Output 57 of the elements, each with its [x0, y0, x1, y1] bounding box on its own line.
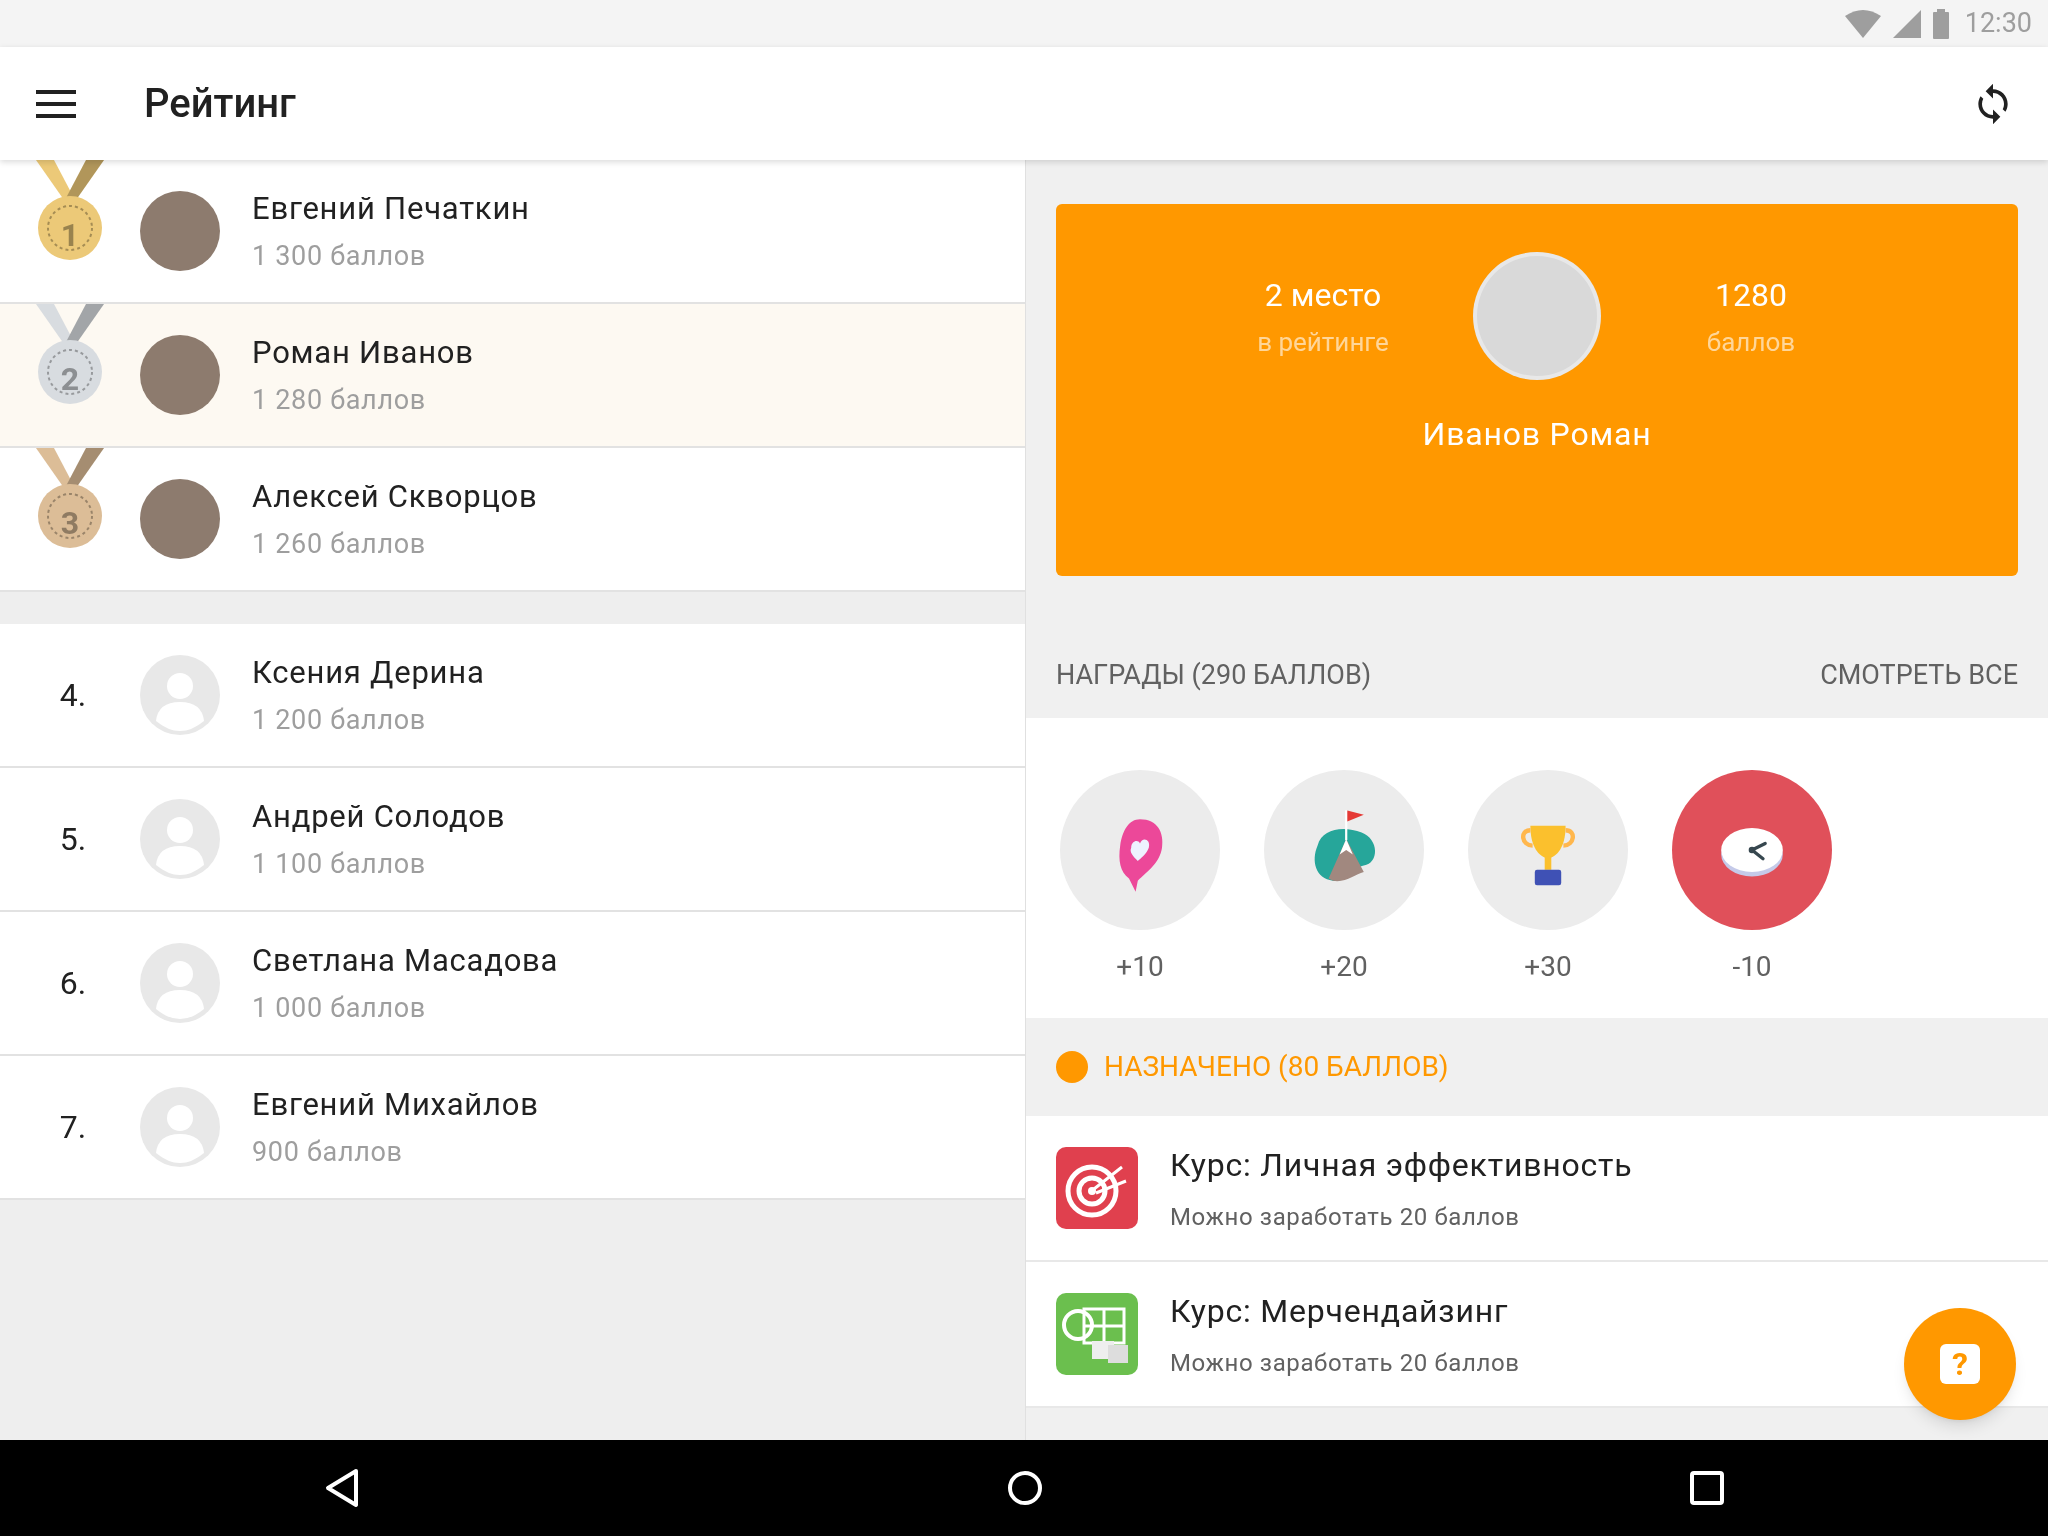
assigned-heading: НАЗНАЧЕНО (80 БАЛЛОВ): [1104, 1049, 1449, 1085]
leaderboard-row[interactable]: 7. Евгений Михайлов 900 баллов: [0, 1056, 1025, 1200]
score-caption: баллов: [1706, 325, 1796, 359]
person-name: Евгений Печаткин: [252, 188, 530, 229]
points-text: 1 200 баллов: [252, 703, 427, 738]
points-text: 1 300 баллов: [252, 239, 427, 274]
menu-button[interactable]: [36, 87, 76, 120]
menu-icon: [36, 89, 76, 118]
score-value: 1280: [1715, 274, 1787, 316]
award-points: +10: [1116, 949, 1164, 985]
leaderboard-row[interactable]: 5. Андрей Солодов 1 100 баллов: [0, 768, 1025, 912]
medal-number: 2: [59, 359, 81, 400]
signal-icon: [1892, 9, 1921, 38]
home-icon[interactable]: [1007, 1470, 1043, 1506]
award-points: -10: [1732, 949, 1772, 985]
course-item[interactable]: Курс: Личная эффективность Можно заработать 20 баллов: [1026, 1116, 2048, 1262]
rank-number: 5.: [58, 819, 87, 860]
points-text: 1 260 баллов: [252, 527, 427, 562]
course-subtitle: Можно заработать 20 баллов: [1170, 1202, 1521, 1233]
rank-number: 4.: [58, 675, 87, 716]
person-name: Светлана Масадова: [252, 940, 559, 981]
award-points: +30: [1524, 949, 1572, 985]
clock-time: 12:30: [1964, 6, 2032, 42]
target-icon: [1056, 1147, 1138, 1229]
person-name: Евгений Михайлов: [252, 1084, 539, 1125]
person-name: Алексей Скворцов: [252, 476, 538, 517]
course-subtitle: Можно заработать 20 баллов: [1170, 1348, 1520, 1379]
awards-heading: НАГРАДЫ (290 БАЛЛОВ): [1056, 657, 1372, 693]
rating-caption: в рейтинге: [1257, 325, 1389, 359]
leaderboard-row[interactable]: 1 Евгений Печаткин 1 300 баллов: [0, 160, 1025, 304]
leaderboard-row[interactable]: 3 Алексей Скворцов 1 260 баллов: [0, 448, 1025, 592]
course-title: Курс: Личная эффективность: [1170, 1145, 1633, 1186]
battery-icon: [1932, 8, 1949, 39]
leaderboard-row[interactable]: 4. Ксения Дерина 1 200 баллов: [0, 624, 1025, 768]
shelf-boxes-icon: [1056, 1293, 1138, 1375]
medal-number: 1: [59, 215, 81, 256]
screen-title: Рейтинг: [144, 78, 296, 129]
recents-icon[interactable]: [1690, 1471, 1725, 1505]
points-text: 900 баллов: [252, 1135, 404, 1170]
back-icon[interactable]: [323, 1468, 360, 1508]
leaderboard-row[interactable]: 6. Светлана Масадова 1 000 баллов: [0, 912, 1025, 1056]
wifi-icon: [1844, 9, 1881, 38]
leaderboard-row[interactable]: 2 Роман Иванов 1 280 баллов: [0, 304, 1025, 448]
medal-number: 3: [59, 503, 81, 544]
award-points: +20: [1320, 949, 1368, 985]
rank-number: 6.: [58, 963, 87, 1004]
person-name: Андрей Солодов: [252, 796, 506, 837]
course-title: Курс: Мерчендайзинг: [1170, 1291, 1510, 1332]
profile-name: Иванов Роман: [1422, 414, 1652, 455]
person-name: Ксения Дерина: [252, 652, 485, 693]
points-text: 1 100 баллов: [252, 847, 427, 882]
rating-place: 2 место: [1264, 274, 1382, 316]
rank-number: 7.: [58, 1107, 87, 1148]
points-text: 1 280 баллов: [252, 383, 427, 418]
person-name: Роман Иванов: [252, 332, 474, 373]
points-text: 1 000 баллов: [252, 991, 427, 1026]
see-all-link[interactable]: СМОТРЕТЬ ВСЕ: [1820, 654, 2018, 696]
